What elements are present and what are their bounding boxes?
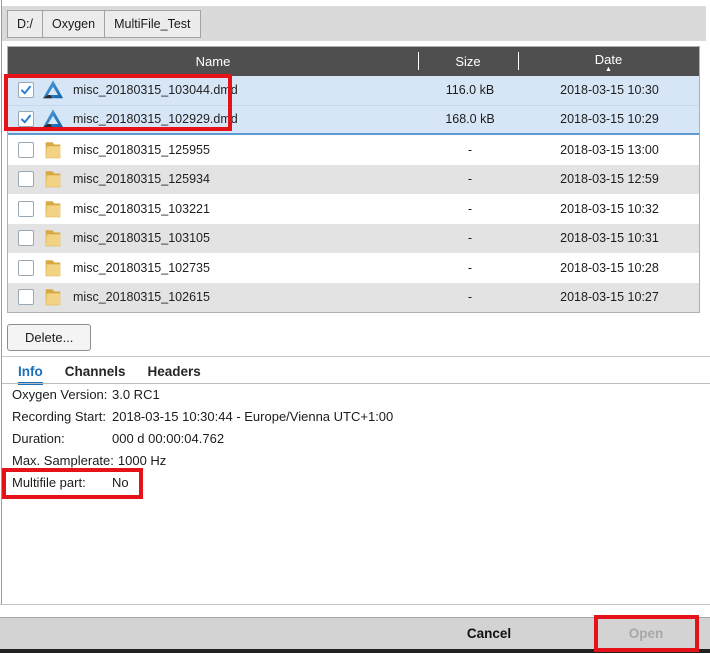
file-date: 2018-03-15 10:31: [520, 231, 699, 245]
info-field-value: 2018-03-15 10:30:44 - Europe/Vienna UTC+…: [112, 409, 393, 424]
file-size: 116.0 kB: [420, 83, 520, 97]
info-field-label: Oxygen Version:: [12, 387, 112, 402]
table-row[interactable]: misc_20180315_103044.dmd 116.0 kB 2018-0…: [8, 76, 699, 106]
file-size: -: [420, 290, 520, 304]
file-name: misc_20180315_102615: [73, 290, 420, 304]
file-size: -: [420, 261, 520, 275]
info-field-value: 000 d 00:00:04.762: [112, 431, 224, 446]
file-date: 2018-03-15 12:59: [520, 172, 699, 186]
info-field: Multifile part: No: [12, 471, 393, 493]
tab[interactable]: Channels: [65, 364, 126, 379]
dmd-file-icon: [42, 108, 64, 130]
info-field: Recording Start: 2018-03-15 10:30:44 - E…: [12, 405, 393, 427]
info-field: Max. Samplerate: 1000 Hz: [12, 449, 393, 471]
row-checkbox[interactable]: [18, 142, 34, 158]
folder-icon: [42, 227, 64, 249]
info-field-label: Multifile part:: [12, 475, 112, 490]
dialog-footer: Cancel Open: [0, 617, 710, 649]
info-field: Duration: 000 d 00:00:04.762: [12, 427, 393, 449]
info-field-value: No: [112, 475, 129, 490]
tab[interactable]: Headers: [148, 364, 201, 379]
breadcrumb-segment[interactable]: D:/: [7, 10, 43, 38]
delete-button[interactable]: Delete...: [7, 324, 91, 351]
file-name: misc_20180315_103105: [73, 231, 420, 245]
info-field-value: 3.0 RC1: [112, 387, 160, 402]
breadcrumb: D:/ Oxygen MultiFile_Test: [2, 6, 706, 41]
table-header: Name Size Date ▲: [8, 47, 699, 76]
table-row[interactable]: misc_20180315_103221 - 2018-03-15 10:32: [8, 194, 699, 224]
breadcrumb-segment[interactable]: Oxygen: [42, 10, 105, 38]
info-field-label: Recording Start:: [12, 409, 112, 424]
row-checkbox[interactable]: [18, 171, 34, 187]
file-name: misc_20180315_103044.dmd: [73, 83, 420, 97]
folder-icon: [42, 139, 64, 161]
column-header-name[interactable]: Name: [8, 47, 418, 76]
row-checkbox[interactable]: [18, 111, 34, 127]
file-date: 2018-03-15 13:00: [520, 143, 699, 157]
file-date: 2018-03-15 10:28: [520, 261, 699, 275]
table-row[interactable]: misc_20180315_125955 - 2018-03-15 13:00: [8, 135, 699, 165]
column-label: Date: [595, 53, 622, 66]
folder-icon: [42, 286, 64, 308]
panel-bottom-border: [0, 604, 710, 605]
file-size: -: [420, 172, 520, 186]
row-checkbox[interactable]: [18, 260, 34, 276]
column-label: Size: [455, 54, 480, 69]
tab[interactable]: Info: [18, 364, 43, 379]
info-field-label: Duration:: [12, 431, 112, 446]
folder-icon: [42, 257, 64, 279]
info-panel: Oxygen Version: 3.0 RC1 Recording Start:…: [12, 383, 393, 493]
file-date: 2018-03-15 10:29: [520, 112, 699, 126]
info-field-value: 1000 Hz: [118, 453, 166, 468]
folder-icon: [42, 168, 64, 190]
row-checkbox[interactable]: [18, 289, 34, 305]
file-name: misc_20180315_103221: [73, 202, 420, 216]
table-row[interactable]: misc_20180315_125934 - 2018-03-15 12:59: [8, 165, 699, 195]
file-size: -: [420, 231, 520, 245]
panel-left-border: [1, 0, 2, 604]
table-row[interactable]: misc_20180315_102929.dmd 168.0 kB 2018-0…: [8, 106, 699, 136]
row-checkbox[interactable]: [18, 230, 34, 246]
file-name: misc_20180315_125934: [73, 172, 420, 186]
cancel-button[interactable]: Cancel: [439, 618, 539, 649]
file-name: misc_20180315_125955: [73, 143, 420, 157]
column-header-date[interactable]: Date ▲: [518, 47, 699, 76]
info-field: Oxygen Version: 3.0 RC1: [12, 383, 393, 405]
bottom-strip: [0, 649, 710, 653]
open-button[interactable]: Open: [596, 618, 696, 649]
info-field-label: Max. Samplerate:: [12, 453, 118, 468]
dmd-file-icon: [42, 79, 64, 101]
file-size: 168.0 kB: [420, 112, 520, 126]
checkmark-icon: [20, 84, 32, 96]
file-open-dialog: D:/ Oxygen MultiFile_Test Name Size Date…: [0, 0, 710, 654]
file-size: -: [420, 143, 520, 157]
file-name: misc_20180315_102929.dmd: [73, 112, 420, 126]
file-table: Name Size Date ▲: [7, 46, 700, 313]
checkmark-icon: [20, 113, 32, 125]
file-date: 2018-03-15 10:30: [520, 83, 699, 97]
table-row[interactable]: misc_20180315_103105 - 2018-03-15 10:31: [8, 224, 699, 254]
column-header-size[interactable]: Size: [418, 47, 518, 76]
row-checkbox[interactable]: [18, 82, 34, 98]
tab-bar: Info Channels Headers: [2, 361, 201, 382]
sort-ascending-icon: ▲: [605, 66, 612, 74]
file-list: misc_20180315_103044.dmd 116.0 kB 2018-0…: [8, 76, 699, 312]
file-date: 2018-03-15 10:32: [520, 202, 699, 216]
file-name: misc_20180315_102735: [73, 261, 420, 275]
table-row[interactable]: misc_20180315_102735 - 2018-03-15 10:28: [8, 253, 699, 283]
file-date: 2018-03-15 10:27: [520, 290, 699, 304]
file-size: -: [420, 202, 520, 216]
folder-icon: [42, 198, 64, 220]
breadcrumb-segment[interactable]: MultiFile_Test: [104, 10, 200, 38]
separator: [2, 356, 710, 357]
column-label: Name: [196, 54, 231, 69]
table-row[interactable]: misc_20180315_102615 - 2018-03-15 10:27: [8, 283, 699, 313]
row-checkbox[interactable]: [18, 201, 34, 217]
